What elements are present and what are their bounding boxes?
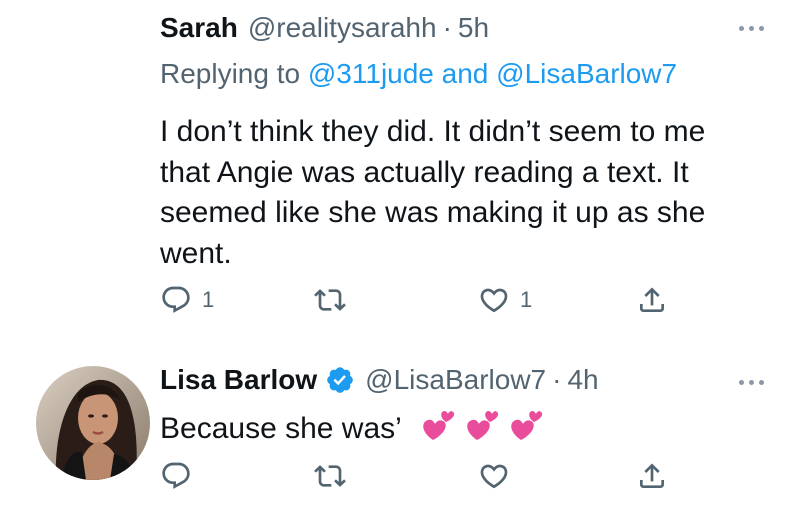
heart-emoji-3 xyxy=(511,411,543,440)
separator-dot: · xyxy=(442,12,452,43)
share-button[interactable] xyxy=(636,284,668,316)
heart-emoji xyxy=(423,411,543,440)
replying-and: and xyxy=(433,58,497,89)
share-icon xyxy=(640,287,664,312)
author-handle[interactable]: @LisaBarlow7 xyxy=(365,362,546,398)
retweet-button[interactable] xyxy=(314,284,346,316)
tweet-actions: 1 1 xyxy=(160,284,680,320)
tweet-text: Because she was’ xyxy=(160,412,401,445)
reply-icon xyxy=(162,462,190,489)
more-icon[interactable] xyxy=(739,26,764,31)
tweet-sarah[interactable]: Sarah @realitysarahh · 5h Replying to @3… xyxy=(0,0,800,340)
author-handle[interactable]: @realitysarahh xyxy=(248,10,437,46)
mention-link[interactable]: @311jude xyxy=(308,58,434,89)
heart-emoji-1 xyxy=(423,411,455,440)
replying-prefix: Replying to xyxy=(160,58,308,89)
separator-dot: · xyxy=(552,364,562,395)
avatar[interactable] xyxy=(36,366,150,480)
like-icon xyxy=(480,464,508,489)
like-count: 1 xyxy=(520,287,533,312)
avatar-photo xyxy=(36,366,150,480)
author-name[interactable]: Sarah xyxy=(160,10,238,46)
like-icon xyxy=(480,288,508,313)
retweet-button[interactable] xyxy=(314,460,346,492)
reply-icon xyxy=(162,286,190,313)
like-button[interactable]: 1 xyxy=(478,284,532,316)
author-name[interactable]: Lisa Barlow xyxy=(160,362,317,398)
timestamp[interactable]: 4h xyxy=(567,362,598,398)
replying-to: Replying to @311jude and @LisaBarlow7 xyxy=(160,56,677,92)
hearts-emoji-group xyxy=(419,404,549,456)
retweet-icon xyxy=(314,465,346,487)
share-icon xyxy=(640,463,664,488)
tweet-text: I don’t think they did. It didn’t seem t… xyxy=(160,115,706,270)
verified-badge-icon xyxy=(327,367,353,393)
timestamp[interactable]: 5h xyxy=(458,10,489,46)
tweet-header: Sarah @realitysarahh · 5h xyxy=(160,10,489,46)
more-icon[interactable] xyxy=(739,380,764,385)
reply-count: 1 xyxy=(202,287,215,312)
tweet-actions xyxy=(160,460,680,496)
retweet-icon xyxy=(314,289,346,311)
heart-emoji-2 xyxy=(467,411,499,440)
share-button[interactable] xyxy=(636,460,668,492)
mention-link[interactable]: @LisaBarlow7 xyxy=(496,58,677,89)
like-button[interactable] xyxy=(478,460,510,492)
reply-button[interactable] xyxy=(160,460,192,492)
tweet-lisa-barlow[interactable]: Lisa Barlow @LisaBarlow7 · 4h Because sh… xyxy=(0,340,800,506)
tweet-header: Lisa Barlow @LisaBarlow7 · 4h xyxy=(160,362,599,398)
tweet-body: Because she was’ xyxy=(160,404,760,456)
reply-button[interactable]: 1 xyxy=(160,284,214,316)
